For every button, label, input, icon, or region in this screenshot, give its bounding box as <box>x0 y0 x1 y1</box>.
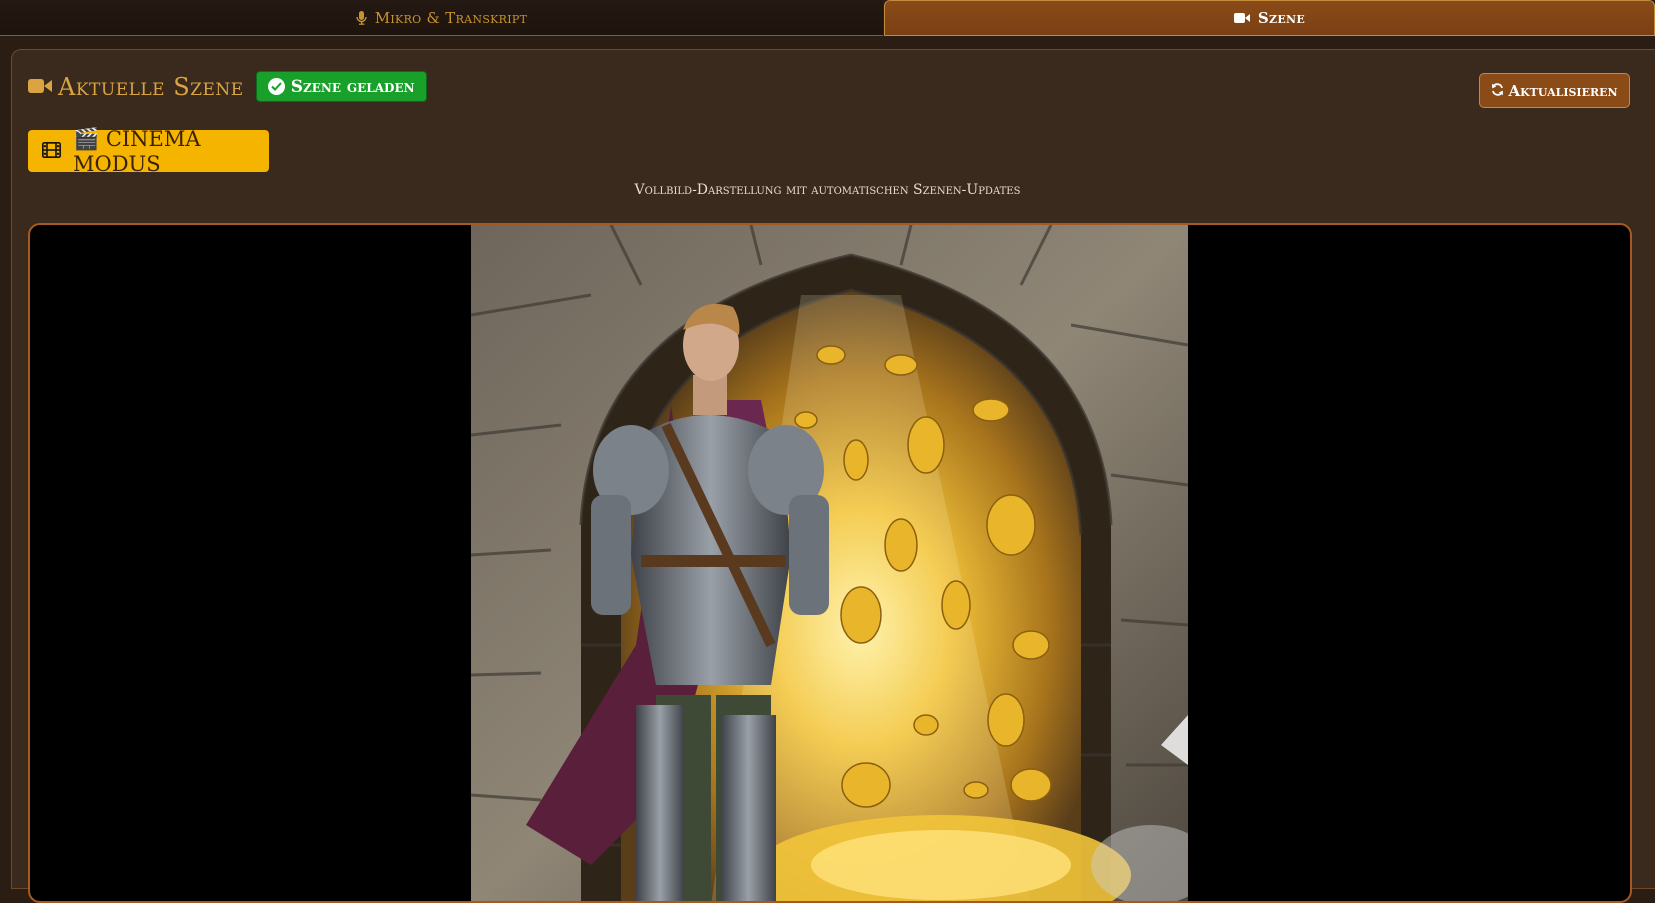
status-badge: Szene geladen <box>255 71 427 102</box>
refresh-button[interactable]: Aktualisieren <box>1479 73 1630 108</box>
film-icon <box>42 139 61 163</box>
video-camera-icon <box>28 73 52 101</box>
tab-mikro-label: Mikro & Transkript <box>374 8 528 27</box>
scene-subtitle: Vollbild-Darstellung mit automatischen S… <box>634 182 1021 198</box>
video-camera-icon <box>1233 12 1250 24</box>
tab-szene[interactable]: Szene <box>884 0 1655 36</box>
microphone-icon <box>356 10 367 25</box>
refresh-icon <box>1491 82 1504 100</box>
scene-image <box>471 225 1188 901</box>
status-badge-label: Szene geladen <box>290 76 415 97</box>
cinema-mode-label: 🎬 CINEMA MODUS <box>73 126 201 176</box>
tab-szene-label: Szene <box>1257 9 1306 27</box>
tab-bar: Mikro & Transkript Szene <box>0 0 1655 37</box>
scene-viewer <box>28 223 1632 903</box>
page-title: Aktuelle Szene <box>28 73 244 101</box>
tab-mikro-transkript[interactable]: Mikro & Transkript <box>0 0 883 36</box>
refresh-button-label: Aktualisieren <box>1508 81 1618 100</box>
scene-title-text: Aktuelle Szene <box>58 72 244 101</box>
scene-header: Aktuelle Szene Szene geladen <box>28 71 427 102</box>
check-circle-icon <box>267 78 285 95</box>
cinema-mode-button[interactable]: 🎬 CINEMA MODUS <box>28 127 269 176</box>
